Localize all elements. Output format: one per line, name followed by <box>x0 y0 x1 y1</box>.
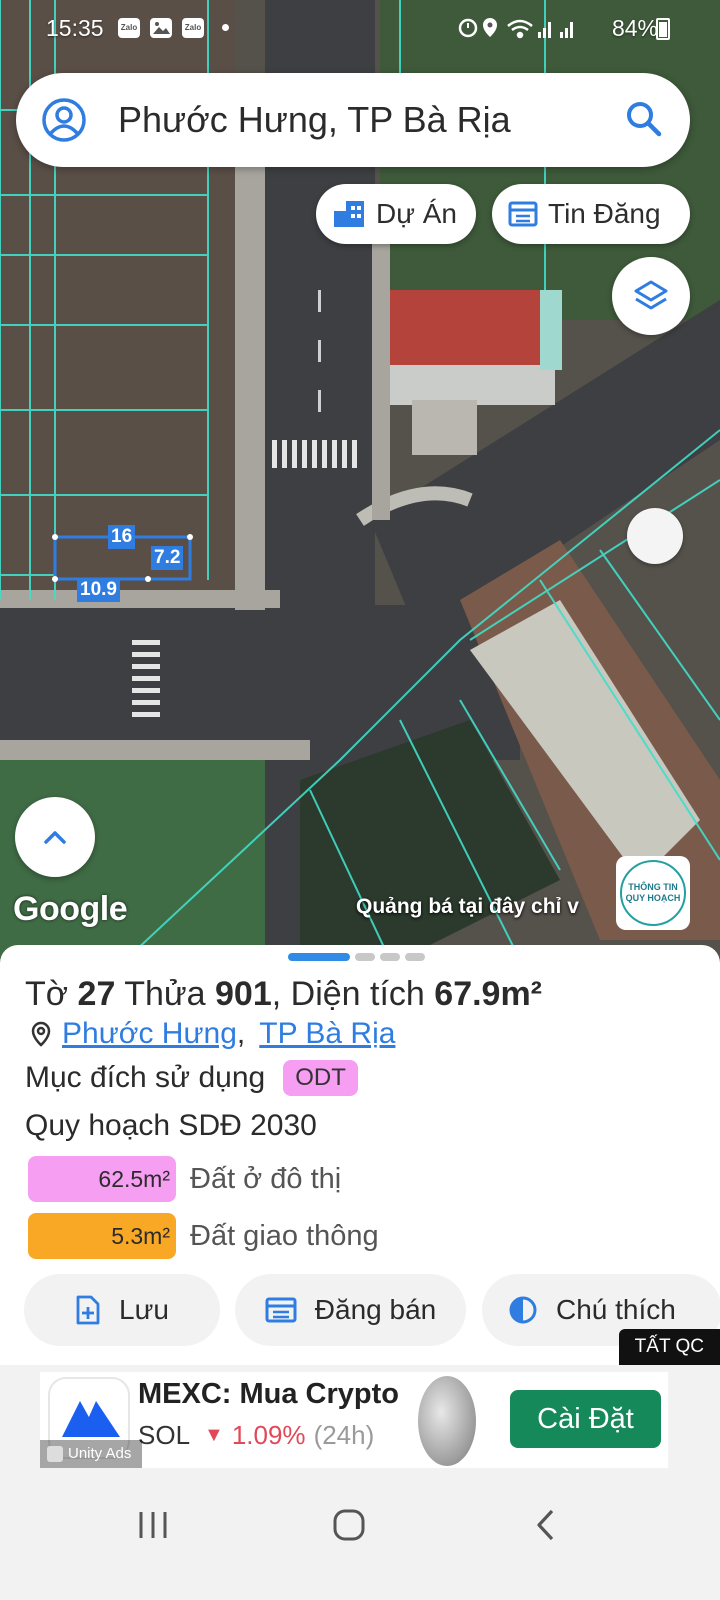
lot-number: 901 <box>215 975 272 1013</box>
building-icon <box>334 201 364 227</box>
account-icon[interactable] <box>40 96 88 149</box>
status-time: 15:35 <box>46 15 104 41</box>
listing-icon <box>508 201 538 227</box>
ad-title: MEXC: Mua Crypto <box>138 1378 399 1410</box>
gallery-icon <box>150 18 172 38</box>
land-use-label: Mục đích sử dụng <box>25 1061 266 1094</box>
recent-apps-icon[interactable] <box>136 1508 170 1547</box>
sheet-pager[interactable] <box>288 953 425 961</box>
parcel-title: Tờ 27 Thửa 901, Diện tích 67.9m² <box>25 975 542 1014</box>
location-icon <box>483 18 497 37</box>
install-button[interactable]: Cài Đặt <box>510 1390 661 1448</box>
sheet-label: Tờ <box>25 975 69 1013</box>
listing-icon <box>265 1297 297 1323</box>
ad-network-tag: Unity Ads <box>40 1440 142 1468</box>
save-file-icon <box>76 1295 100 1325</box>
coin-image <box>418 1376 476 1466</box>
listings-chip[interactable]: Tin Đăng <box>492 184 690 244</box>
chevron-up-icon <box>44 831 66 844</box>
zone-row: 62.5m² Đất ở đô thị <box>28 1156 341 1202</box>
notification-dot <box>222 24 229 31</box>
zone-row: 5.3m² Đất giao thông <box>28 1213 379 1259</box>
hide-ads-button[interactable]: TẤT QC <box>618 1329 720 1365</box>
signal-icon <box>560 22 573 38</box>
land-use-badge: ODT <box>283 1060 358 1096</box>
sheet-number: 27 <box>77 975 116 1013</box>
zalo-icon: Zalo <box>182 18 204 38</box>
layers-icon <box>634 280 668 310</box>
dimension-label-right: 7.2 <box>151 546 184 570</box>
down-arrow-icon: ▼ <box>204 1424 224 1446</box>
system-nav-bar <box>0 1476 720 1600</box>
battery-percent: 84% <box>611 15 658 41</box>
search-icon[interactable] <box>624 99 664 144</box>
ad-banner[interactable]: MEXC: Mua Crypto SOL ▼ 1.09% (24h) Cài Đ… <box>40 1372 668 1468</box>
lot-label: Thửa <box>124 975 206 1013</box>
search-input[interactable]: Phước Hưng, TP Bà Rịa <box>118 99 511 141</box>
wifi-icon <box>507 19 533 39</box>
back-icon[interactable] <box>534 1508 558 1547</box>
zone-area-bar: 62.5m² <box>28 1156 176 1202</box>
city-link[interactable]: TP Bà Rịa <box>259 1017 395 1051</box>
location-pin-icon <box>31 1021 51 1047</box>
dimension-label-top: 16 <box>108 525 136 549</box>
battery-icon <box>656 18 670 40</box>
zone-label: Đất giao thông <box>190 1219 379 1252</box>
map-location-handle[interactable] <box>627 508 683 564</box>
expand-sheet-button[interactable] <box>15 797 95 877</box>
alarm-icon <box>458 18 478 38</box>
dimension-label-bottom: 10.9 <box>77 578 120 602</box>
ward-link[interactable]: Phước Hưng <box>62 1017 237 1051</box>
location-row: Phước Hưng, TP Bà Rịa <box>30 1017 395 1051</box>
map-view[interactable]: 16 7.2 10.9 15:35 Zalo Zalo 84% Phước Hư… <box>0 0 720 965</box>
planning-title: Quy hoạch SDĐ 2030 <box>25 1109 317 1142</box>
planning-info-logo: THÔNG TIN QUY HOẠCH <box>620 860 686 926</box>
status-bar: 15:35 Zalo Zalo 84% <box>0 0 720 56</box>
map-ad-text[interactable]: Quảng bá tại đây chỉ v <box>356 895 579 919</box>
signal-icon <box>538 22 551 38</box>
projects-chip[interactable]: Dự Án <box>316 184 476 244</box>
post-for-sale-button[interactable]: Đăng bán <box>235 1274 466 1346</box>
ad-coin-symbol: SOL <box>138 1420 191 1450</box>
ad-price-row: SOL ▼ 1.09% (24h) <box>138 1420 374 1451</box>
ad-change: 1.09% <box>231 1420 306 1450</box>
layers-button[interactable] <box>612 257 690 335</box>
legend-button-label: Chú thích <box>556 1294 676 1325</box>
post-for-sale-label: Đăng bán <box>314 1294 437 1325</box>
zone-area-bar: 5.3m² <box>28 1213 176 1259</box>
zone-label: Đất ở đô thị <box>190 1162 342 1195</box>
area-label: , Diện tích <box>271 975 425 1013</box>
pager-dot-active[interactable] <box>288 953 350 961</box>
parcel-info-sheet: Tờ 27 Thửa 901, Diện tích 67.9m² Phước H… <box>0 945 720 1365</box>
planning-info-badge[interactable]: THÔNG TIN QUY HOẠCH <box>616 856 690 930</box>
google-logo: Google <box>13 890 128 928</box>
badge-line2: QUY HOẠCH <box>625 893 681 903</box>
listings-chip-label: Tin Đăng <box>548 198 661 229</box>
search-bar[interactable]: Phước Hưng, TP Bà Rịa <box>16 73 690 167</box>
zalo-icon: Zalo <box>118 18 140 38</box>
pager-dot[interactable] <box>355 953 375 961</box>
save-button-label: Lưu <box>119 1294 169 1325</box>
badge-line1: THÔNG TIN <box>628 882 678 892</box>
contrast-icon <box>509 1296 537 1324</box>
area-value: 67.9m² <box>434 975 543 1013</box>
pager-dot[interactable] <box>405 953 425 961</box>
status-icons <box>458 14 588 48</box>
ad-period: (24h) <box>313 1420 375 1450</box>
home-icon[interactable] <box>332 1508 366 1547</box>
save-button[interactable]: Lưu <box>24 1274 220 1346</box>
projects-chip-label: Dự Án <box>376 198 457 229</box>
pager-dot[interactable] <box>380 953 400 961</box>
land-use-row: Mục đích sử dụng ODT <box>25 1060 358 1096</box>
